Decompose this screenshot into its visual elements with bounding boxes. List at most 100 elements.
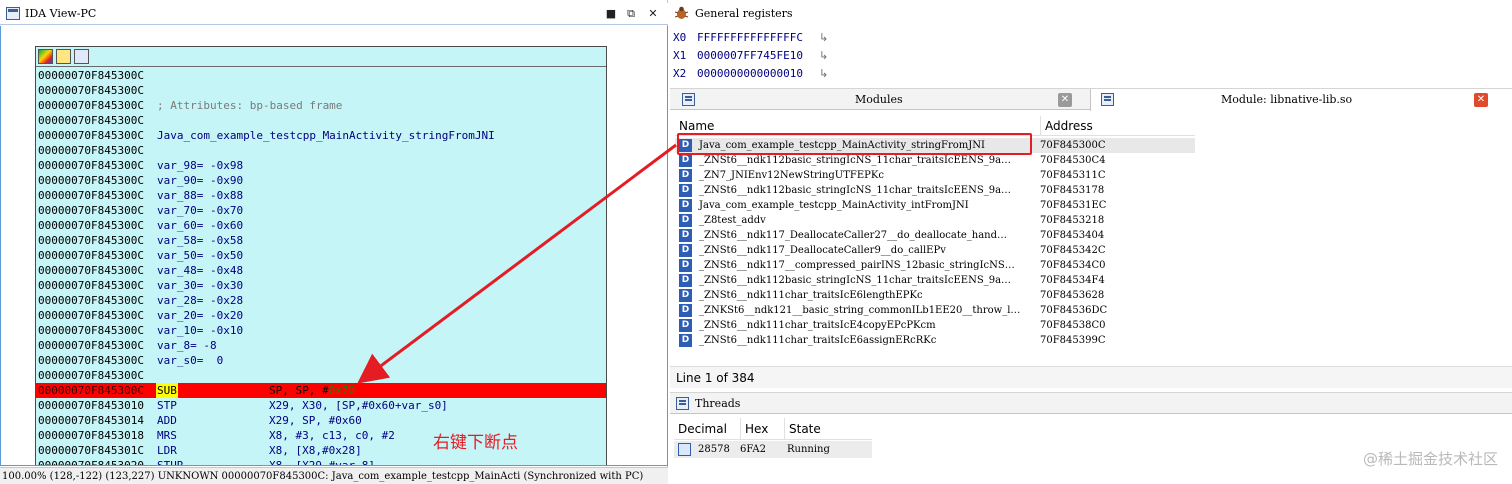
asm-line[interactable]: 00000070F845300C var_20= -0x20 bbox=[36, 308, 606, 323]
module-row[interactable]: D _ZNSt6__ndk111char_traitsIcE4copyEPcPKc… bbox=[675, 318, 1195, 333]
jump-arrow-icon[interactable]: ↳ bbox=[819, 65, 828, 83]
module-address: 70F845399C bbox=[1040, 335, 1106, 346]
graph-node[interactable]: 00000070F845300C 00000070F845300C 00000070… bbox=[35, 46, 607, 465]
asm-line[interactable]: 00000070F845300C var_88= -0x88 bbox=[36, 188, 606, 203]
asm-operands: X8, [X8,#0x28] bbox=[269, 443, 362, 458]
node-color-icon[interactable] bbox=[38, 49, 53, 64]
function-type-icon: D bbox=[679, 334, 692, 347]
column-address[interactable]: Address bbox=[1040, 116, 1196, 136]
asm-line[interactable]: 00000070F845300C bbox=[36, 83, 606, 98]
asm-line[interactable]: 00000070F845300C var_60= -0x60 bbox=[36, 218, 606, 233]
threads-table: Decimal Hex State 28578 6FA2 Running bbox=[674, 418, 872, 460]
module-name: _ZNSt6__ndk111char_traitsIcE6lengthEPKc bbox=[699, 290, 923, 301]
asm-line[interactable]: 00000070F845300C var_50= -0x50 bbox=[36, 248, 606, 263]
function-type-icon: D bbox=[679, 244, 692, 257]
close-module-tab-icon[interactable]: ✕ bbox=[1474, 93, 1488, 107]
module-name: _ZNSt6__ndk112basic_stringIcNS_11char_tr… bbox=[699, 185, 1012, 196]
module-row[interactable]: D _ZNSt6__ndk117_DeallocateCaller27__do_d… bbox=[675, 228, 1195, 243]
asm-line[interactable]: 00000070F845300C var_98= -0x98 bbox=[36, 158, 606, 173]
asm-line[interactable]: 00000070F845300C Java_com_example_testcpp… bbox=[36, 128, 606, 143]
module-row[interactable]: D _Z8test_addv 70F8453218 bbox=[675, 213, 1195, 228]
annotation-label: 右键下断点 bbox=[433, 433, 518, 453]
threads-titlebar[interactable]: Threads bbox=[670, 392, 1512, 414]
asm-text: var_98= -0x98 bbox=[157, 159, 244, 172]
ida-view-titlebar[interactable]: IDA View-PC ■ ⧉ ✕ bbox=[0, 3, 668, 25]
asm-address: 00000070F845300C bbox=[38, 129, 144, 142]
asm-operands: X29, X30, [SP,#0x60+var_s0] bbox=[269, 398, 448, 413]
thread-hex: 6FA2 bbox=[740, 444, 767, 455]
module-row[interactable]: D _ZNSt6__ndk112basic_stringIcNS_11char_t… bbox=[675, 273, 1195, 288]
module-address: 70F84531EC bbox=[1040, 200, 1107, 211]
asm-line[interactable]: 00000070F845300C bbox=[36, 68, 606, 83]
function-type-icon: D bbox=[679, 214, 692, 227]
module-row[interactable]: D _ZNSt6__ndk117__compressed_pairINS_12ba… bbox=[675, 258, 1195, 273]
module-row[interactable]: D _ZNSt6__ndk111char_traitsIcE6assignERcR… bbox=[675, 333, 1195, 348]
asm-text: Java_com_example_testcpp_MainActivity_st… bbox=[157, 129, 495, 142]
register-value[interactable]: 0000007FF745FE10 bbox=[697, 47, 803, 65]
register-value[interactable]: FFFFFFFFFFFFFFFC bbox=[697, 29, 803, 47]
asm-instruction[interactable]: 00000070F8453020 STUR X8, [X29,#var_8] bbox=[36, 458, 606, 465]
asm-line[interactable]: 00000070F845300C var_58= -0x58 bbox=[36, 233, 606, 248]
asm-line[interactable]: 00000070F845300C var_28= -0x28 bbox=[36, 293, 606, 308]
column-decimal[interactable]: Decimal bbox=[678, 418, 727, 440]
function-type-icon: D bbox=[679, 199, 692, 212]
module-row[interactable]: D _ZN7_JNIEnv12NewStringUTFEPKc 70F845311C bbox=[675, 168, 1195, 183]
asm-text: var_70= -0x70 bbox=[157, 204, 244, 217]
asm-line[interactable]: 00000070F845300C bbox=[36, 143, 606, 158]
close-modules-tab-icon[interactable]: ✕ bbox=[1058, 93, 1072, 107]
asm-line[interactable]: 00000070F845300C var_10= -0x10 bbox=[36, 323, 606, 338]
module-row[interactable]: D _ZNSt6__ndk117_DeallocateCaller9__do_ca… bbox=[675, 243, 1195, 258]
asm-address: 00000070F845300C bbox=[38, 159, 144, 172]
column-state[interactable]: State bbox=[784, 418, 821, 440]
assembly-listing: 00000070F845300C 00000070F845300C 00000070… bbox=[36, 68, 606, 465]
asm-instruction[interactable]: 00000070F8453018 MRS X8, #3, c13, c0, #2 bbox=[36, 428, 606, 443]
asm-line[interactable]: 00000070F845300C var_8= -8 bbox=[36, 338, 606, 353]
tab-modules[interactable]: Modules ✕ bbox=[670, 89, 1090, 111]
maximize-icon[interactable]: ■ bbox=[604, 7, 618, 21]
module-row[interactable]: D Java_com_example_testcpp_MainActivity_i… bbox=[675, 198, 1195, 213]
asm-instruction[interactable]: 00000070F8453010 STP X29, X30, [SP,#0x60+v… bbox=[36, 398, 606, 413]
asm-address: 00000070F845300C bbox=[38, 99, 144, 112]
function-type-icon: D bbox=[679, 229, 692, 242]
asm-line[interactable]: 00000070F845300C bbox=[36, 368, 606, 383]
asm-operands: X8, #3, c13, c0, #2 bbox=[269, 428, 395, 443]
tab-module-libnative[interactable]: Module: libnative-lib.so ✕ bbox=[1090, 89, 1512, 111]
operand-text: X29, X30, [SP,#0x60+var_s0] bbox=[269, 399, 448, 412]
function-type-icon: D bbox=[679, 274, 692, 287]
module-address: 70F845311C bbox=[1040, 170, 1106, 181]
asm-line[interactable]: 00000070F845300C bbox=[36, 113, 606, 128]
jump-arrow-icon[interactable]: ↳ bbox=[819, 47, 828, 65]
rename-node-icon[interactable] bbox=[56, 49, 71, 64]
module-row[interactable]: D _ZNKSt6__ndk121__basic_string_commonILb… bbox=[675, 303, 1195, 318]
module-row[interactable]: D _ZNSt6__ndk111char_traitsIcE6lengthEPKc… bbox=[675, 288, 1195, 303]
module-address: 70F84534C0 bbox=[1040, 260, 1106, 271]
registers-titlebar[interactable]: General registers bbox=[670, 2, 1512, 24]
asm-text: var_90= -0x90 bbox=[157, 174, 244, 187]
asm-instruction[interactable]: 00000070F8453014 ADD X29, SP, #0x60 bbox=[36, 413, 606, 428]
asm-line[interactable]: 00000070F845300C var_70= -0x70 bbox=[36, 203, 606, 218]
restore-icon[interactable]: ⧉ bbox=[624, 7, 638, 21]
asm-line[interactable]: 00000070F845300C var_s0= 0 bbox=[36, 353, 606, 368]
close-icon[interactable]: ✕ bbox=[646, 7, 660, 21]
asm-instruction[interactable]: 00000070F845301C LDR X8, [X8,#0x28] bbox=[36, 443, 606, 458]
asm-line[interactable]: 00000070F845300C var_30= -0x30 bbox=[36, 278, 606, 293]
function-type-icon: D bbox=[679, 319, 692, 332]
function-type-icon: D bbox=[679, 184, 692, 197]
breakpoint-instruction[interactable]: 00000070F845300C SUB SP, SP, #0x70 bbox=[36, 383, 606, 398]
disassembly-graph-area[interactable]: 00000070F845300C 00000070F845300C 00000070… bbox=[0, 26, 668, 466]
module-name: _ZNSt6__ndk117_DeallocateCaller27__do_de… bbox=[699, 230, 1008, 241]
column-hex[interactable]: Hex bbox=[740, 418, 768, 440]
asm-address: 00000070F845301C bbox=[38, 444, 144, 457]
module-row[interactable]: D _ZNSt6__ndk112basic_stringIcNS_11char_t… bbox=[675, 183, 1195, 198]
asm-line[interactable]: 00000070F845300C ; Attributes: bp-based f… bbox=[36, 98, 606, 113]
asm-line[interactable]: 00000070F845300C var_48= -0x48 bbox=[36, 263, 606, 278]
function-type-icon: D bbox=[679, 259, 692, 272]
module-address: 70F84534F4 bbox=[1040, 275, 1105, 286]
register-value[interactable]: 0000000000000010 bbox=[697, 65, 803, 83]
module-row[interactable]: D _ZNSt6__ndk112basic_stringIcNS_11char_t… bbox=[675, 153, 1195, 168]
asm-address: 00000070F845300C bbox=[38, 234, 144, 247]
thread-row[interactable]: 28578 6FA2 Running bbox=[674, 441, 872, 458]
group-nodes-icon[interactable] bbox=[74, 49, 89, 64]
asm-line[interactable]: 00000070F845300C var_90= -0x90 bbox=[36, 173, 606, 188]
jump-arrow-icon[interactable]: ↳ bbox=[819, 29, 828, 47]
